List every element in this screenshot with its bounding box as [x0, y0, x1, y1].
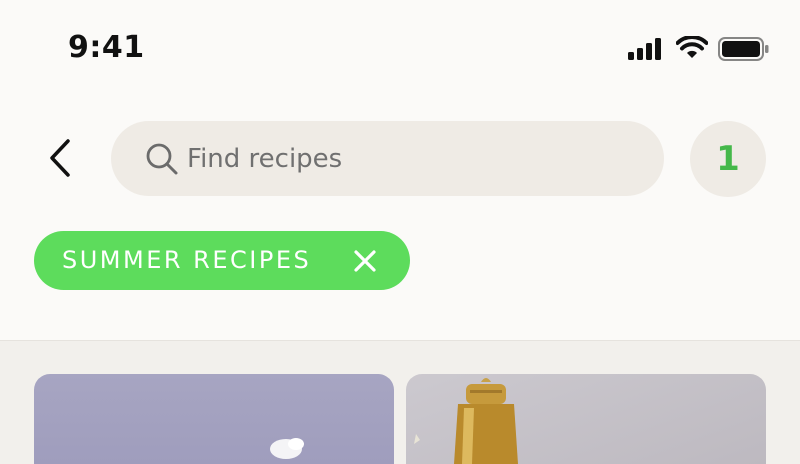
- battery-icon: [718, 37, 769, 61]
- recipe-card[interactable]: [406, 374, 766, 464]
- recipe-image: [270, 438, 304, 459]
- search-icon: [146, 143, 178, 175]
- back-button[interactable]: [38, 134, 82, 182]
- cellular-signal-icon: [628, 38, 661, 60]
- header-area: 9:41 Find recipes 1 SUMMER RECIPES: [0, 0, 800, 341]
- wifi-icon: [676, 36, 708, 58]
- search-placeholder: Find recipes: [187, 144, 343, 174]
- filter-chip-label: SUMMER RECIPES: [62, 246, 312, 274]
- chevron-left-icon: [50, 139, 70, 177]
- recipe-card[interactable]: [34, 374, 394, 464]
- close-icon[interactable]: [350, 246, 380, 276]
- filter-chip-summer-recipes[interactable]: SUMMER RECIPES: [34, 231, 410, 290]
- search-input[interactable]: Find recipes: [111, 121, 664, 196]
- selected-count-badge[interactable]: 1: [690, 121, 766, 197]
- status-time: 9:41: [68, 30, 145, 65]
- recipe-image: [414, 378, 518, 464]
